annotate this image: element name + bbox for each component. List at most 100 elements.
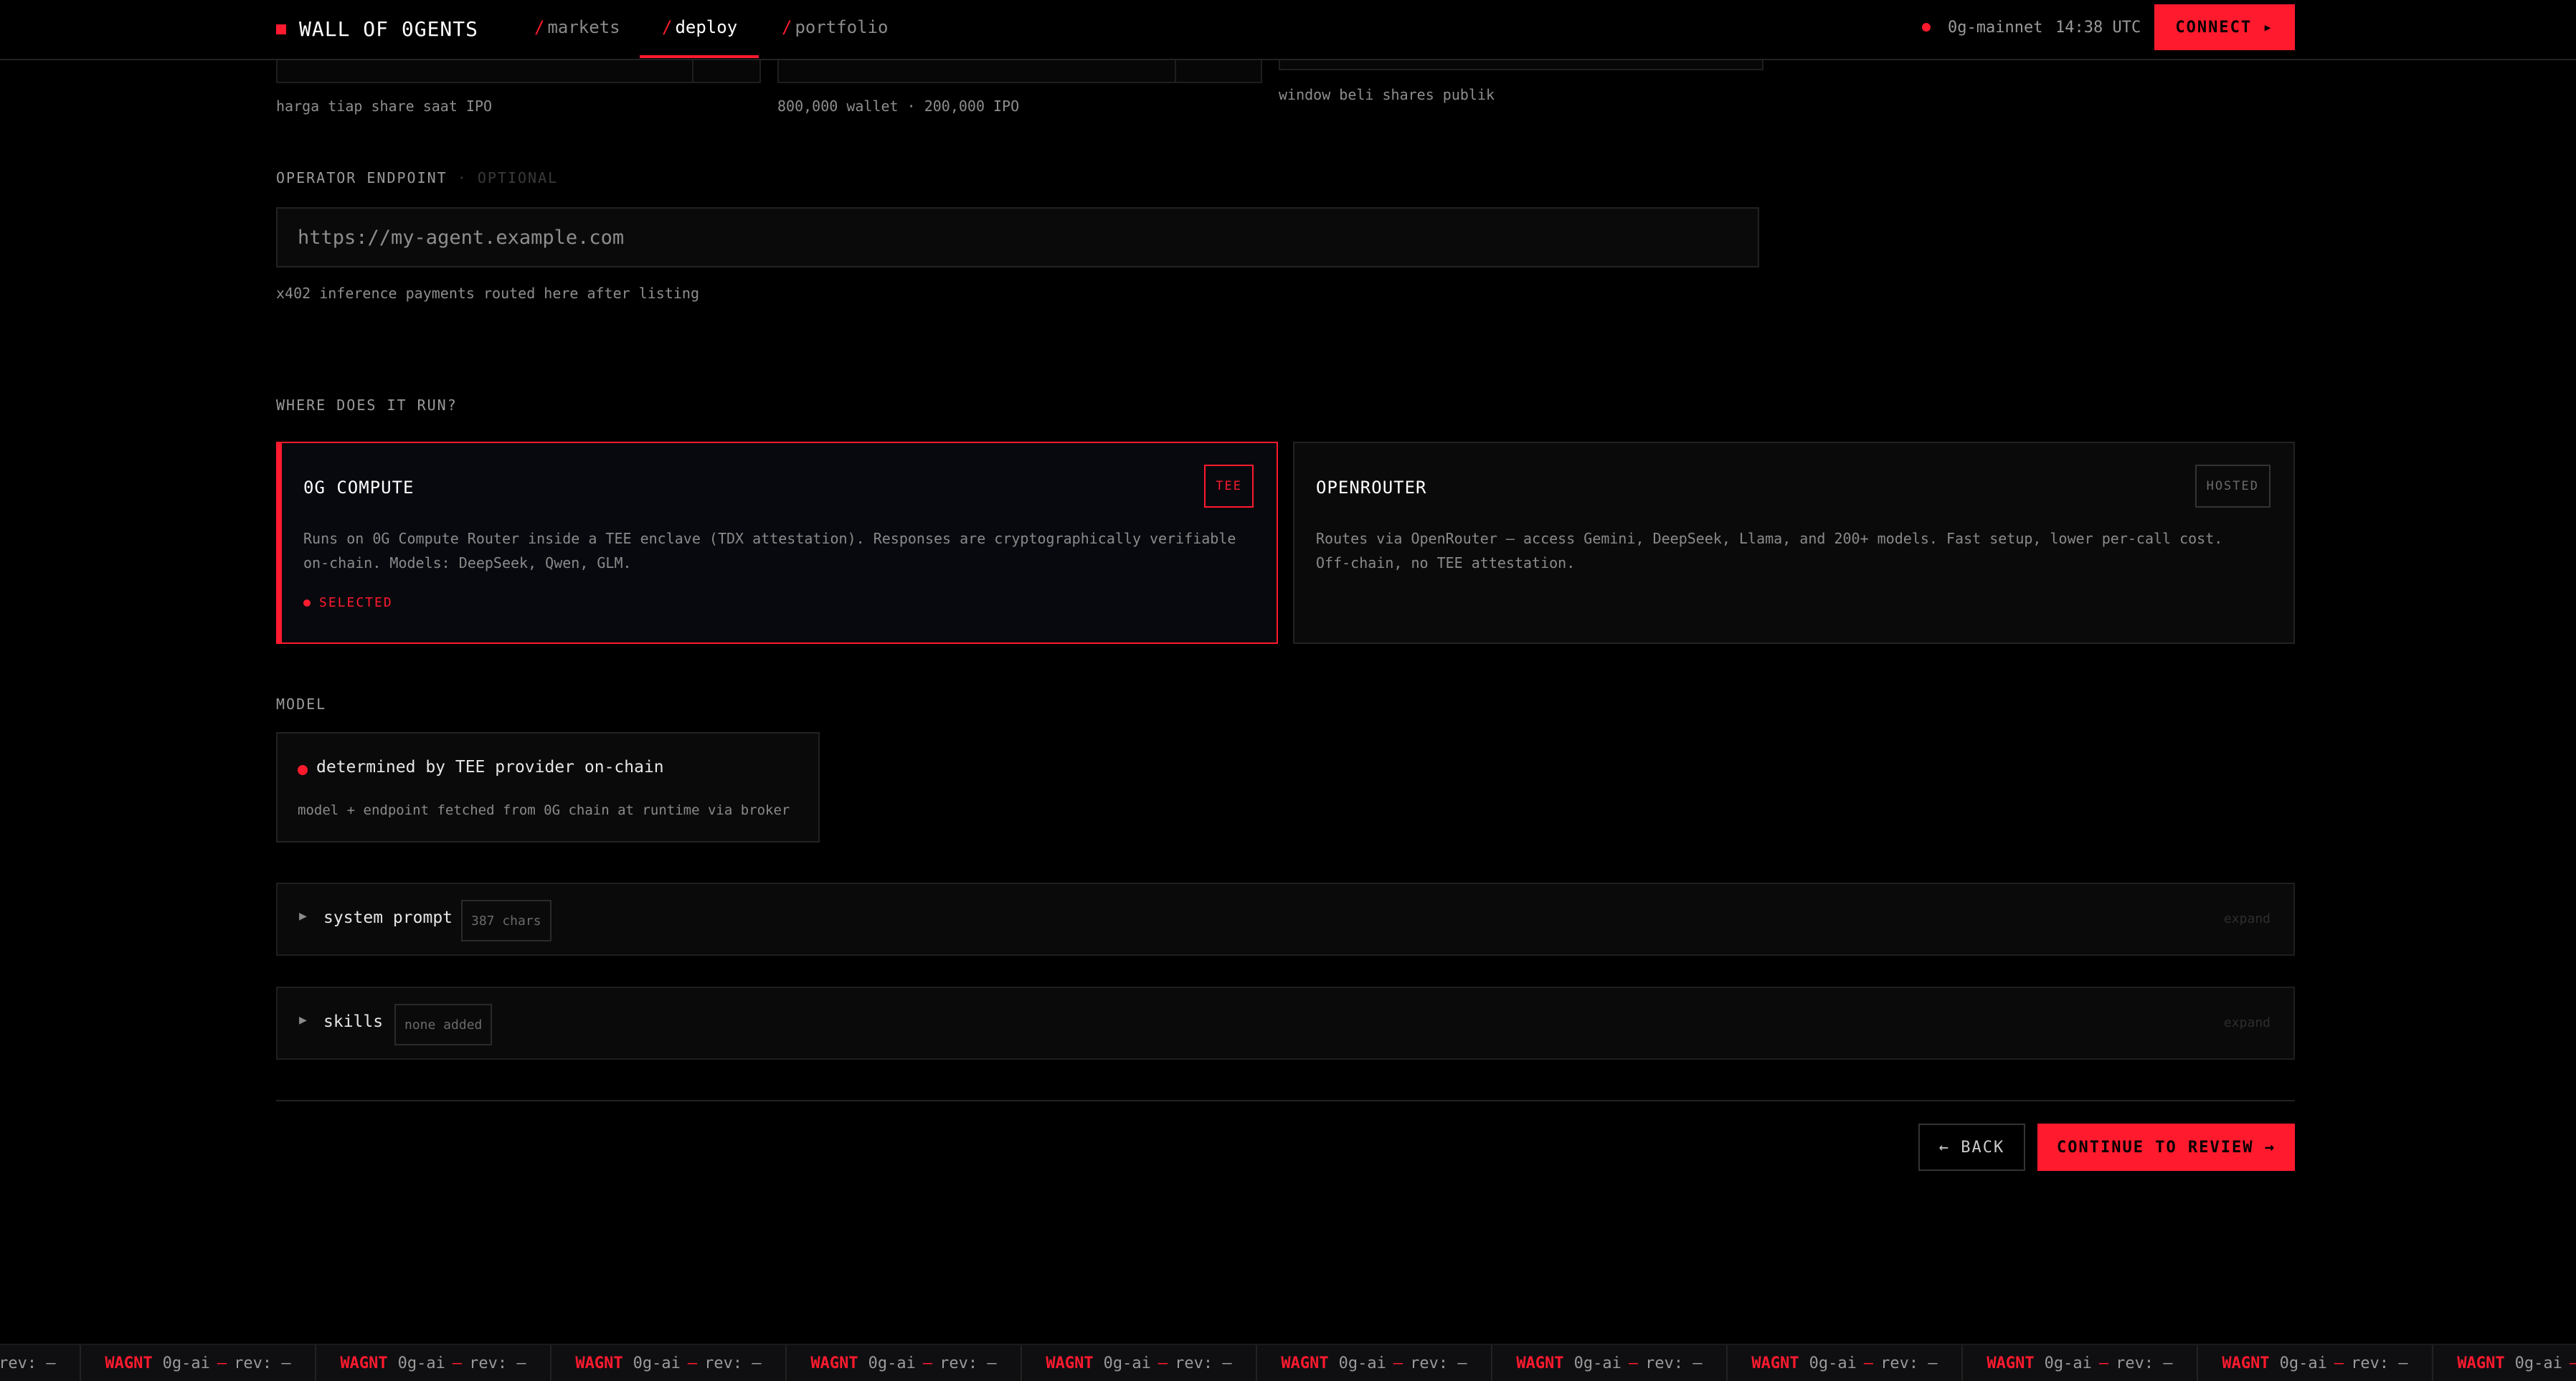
selected-dot-icon (303, 599, 311, 607)
ticker-rev: rev: — (1410, 1354, 1467, 1372)
utc-clock: 14:38 UTC (2055, 19, 2141, 37)
runtime-option-0g-compute[interactable]: 0G COMPUTE TEE Runs on 0G Compute Router… (276, 442, 1278, 644)
ticker-chain: 0g-ai (1103, 1354, 1151, 1372)
ticker-symbol: WAGNT (575, 1354, 623, 1372)
runtime-option-title: 0G COMPUTE (303, 478, 415, 498)
operator-endpoint-label: OPERATOR ENDPOINT · OPTIONAL (276, 169, 559, 186)
operator-endpoint-hint: x402 inference payments routed here afte… (276, 285, 700, 302)
runtime-option-openrouter[interactable]: OPENROUTER HOSTED Routes via OpenRouter … (1293, 442, 2295, 644)
ticker-symbol: WAGNT (810, 1354, 858, 1372)
supply-unit (1175, 59, 1261, 82)
ticker-separator: — (687, 1354, 698, 1372)
ticker-symbol: WAGNT (1046, 1354, 1094, 1372)
ticker-symbol: WAGNT (2457, 1354, 2505, 1372)
network-name: 0g-mainnet (1948, 19, 2043, 37)
brand-square-icon (276, 24, 286, 34)
ticker-chain: 0g-ai (397, 1354, 445, 1372)
ticker-rev: rev: — (2116, 1354, 2173, 1372)
expand-arrow-icon: ▶ (299, 1012, 307, 1028)
ticker-symbol: WAGNT (1516, 1354, 1564, 1372)
ticker-symbol: WAGNT (1987, 1354, 2035, 1372)
nav-active-underline (640, 55, 759, 58)
model-status-dot-icon (298, 765, 308, 775)
ticker-rev: rev: — (2351, 1354, 2408, 1372)
ticker-separator: — (922, 1354, 933, 1372)
ticker-item[interactable]: WAGNT0g-ai—rev: — (1257, 1345, 1492, 1381)
ticker-item[interactable]: WAGNT 0g-ai — rev: — (2198, 1345, 2433, 1381)
nav-link-deploy[interactable]: / deploy (662, 17, 737, 37)
connect-wallet-button[interactable]: CONNECT ▸ (2154, 4, 2295, 50)
ticker-rev: rev: — (469, 1354, 526, 1372)
ticker-item[interactable]: WAGNT0g-ai—rev: — (551, 1345, 787, 1381)
skills-count-badge: none added (394, 1004, 493, 1045)
ipo-price-hint: harga tiap share saat IPO (276, 98, 493, 115)
supply-input[interactable] (777, 59, 1262, 83)
ticker-item[interactable]: WAGNT0g-ai—rev: — (0, 1345, 81, 1381)
section-title: system prompt (323, 908, 453, 927)
brand-logo[interactable]: WALL OF 0GENTS (276, 17, 478, 41)
ticker-item[interactable]: WAGNT 0g-ai — rev: — (316, 1345, 551, 1381)
ticker-rev: rev: — (234, 1354, 291, 1372)
ticker-separator: — (1628, 1354, 1639, 1372)
ticker-item[interactable]: WAGNT 0g-ai — rev: — (1022, 1345, 1257, 1381)
continue-to-review-button[interactable]: CONTINUE TO REVIEW → (2037, 1124, 2295, 1171)
top-nav: WALL OF 0GENTS / markets / deploy / portfol… (0, 0, 2576, 60)
ticker-item[interactable]: WAGNT0g-ai—rev: — (1728, 1345, 1963, 1381)
tee-badge: TEE (1204, 465, 1254, 508)
ipo-price-input[interactable] (276, 59, 761, 83)
ticker-chain: 0g-ai (868, 1354, 916, 1372)
ticker-item[interactable]: WAGNT 0g-ai — rev: — (1963, 1345, 2198, 1381)
public-window-input[interactable] (1279, 59, 1763, 70)
ticker-separator: — (452, 1354, 463, 1372)
supply-hint: 800,000 wallet · 200,000 IPO (777, 98, 1020, 115)
ticker-rev: rev: — (0, 1354, 56, 1372)
ipo-price-unit (692, 59, 759, 82)
runtime-option-description: Routes via OpenRouter — access Gemini, D… (1316, 530, 2223, 571)
runtime-option-description: Runs on 0G Compute Router inside a TEE e… (303, 530, 1236, 571)
selected-indicator: SELECTED (303, 595, 393, 610)
expand-arrow-icon: ▶ (299, 908, 307, 924)
operator-endpoint-input[interactable]: https://my-agent.example.com (276, 207, 1759, 267)
ticker-track: WAGNT 0g-ai — rev: — WAGNT 0g-ai — rev: — WAGNT 0… (0, 1345, 2576, 1381)
expand-link[interactable]: expand (2224, 1015, 2270, 1030)
ticker-symbol: WAGNT (340, 1354, 388, 1372)
expand-link[interactable]: expand (2224, 911, 2270, 926)
ticker-item[interactable]: WAGNT0g-ai—rev: — (1492, 1345, 1728, 1381)
ticker-item[interactable]: WAGNT 0g-ai — rev: — (787, 1345, 1022, 1381)
ticker-rev: rev: — (1880, 1354, 1938, 1372)
ticker-separator: — (1393, 1354, 1403, 1372)
back-button[interactable]: ← BACK (1918, 1124, 2025, 1171)
ticker-separator: — (2334, 1354, 2344, 1372)
ticker-chain: 0g-ai (2279, 1354, 2327, 1372)
ticker-symbol: WAGNT (2222, 1354, 2270, 1372)
ticker-chain: 0g-ai (1573, 1354, 1621, 1372)
ticker-separator: — (2098, 1354, 2109, 1372)
model-source-detail: model + endpoint fetched from 0G chain a… (298, 802, 790, 818)
ticker-chain: 0g-ai (1338, 1354, 1386, 1372)
runtime-option-title: OPENROUTER (1316, 478, 1427, 498)
section-divider (276, 1100, 2295, 1101)
ticker-separator: — (1157, 1354, 1168, 1372)
char-count-badge: 387 chars (461, 900, 551, 941)
ticker-separator: — (2570, 1354, 2576, 1372)
skills-section[interactable]: ▶ skills none added expand (276, 987, 2295, 1060)
public-window-hint: window beli shares publik (1279, 86, 1495, 103)
ticker-item[interactable]: WAGNT0g-ai—rev: — (81, 1345, 316, 1381)
model-source: determined by TEE provider on-chain (316, 758, 664, 777)
ticker-chain: 0g-ai (2044, 1354, 2092, 1372)
hosted-badge: HOSTED (2194, 465, 2270, 508)
nav-link-portfolio[interactable]: / portfolio (782, 17, 889, 37)
model-section-label: MODEL (276, 696, 327, 713)
ticker-rev: rev: — (939, 1354, 997, 1372)
nav-link-markets[interactable]: / markets (534, 17, 620, 37)
system-prompt-section[interactable]: ▶ system prompt 387 chars expand (276, 883, 2295, 956)
ticker-symbol: WAGNT (1751, 1354, 1799, 1372)
ticker-chain: 0g-ai (1809, 1354, 1857, 1372)
ticker-rev: rev: — (1175, 1354, 1232, 1372)
network-status-dot-icon (1922, 23, 1931, 32)
ticker-chain: 0g-ai (2514, 1354, 2562, 1372)
section-title: skills (323, 1012, 384, 1031)
ticker-rev: rev: — (704, 1354, 762, 1372)
ticker-bar: WAGNT 0g-ai — rev: — WAGNT 0g-ai — rev: — WAGNT 0… (0, 1344, 2576, 1381)
ticker-item[interactable]: WAGNT0g-ai—rev: — (2433, 1345, 2576, 1381)
